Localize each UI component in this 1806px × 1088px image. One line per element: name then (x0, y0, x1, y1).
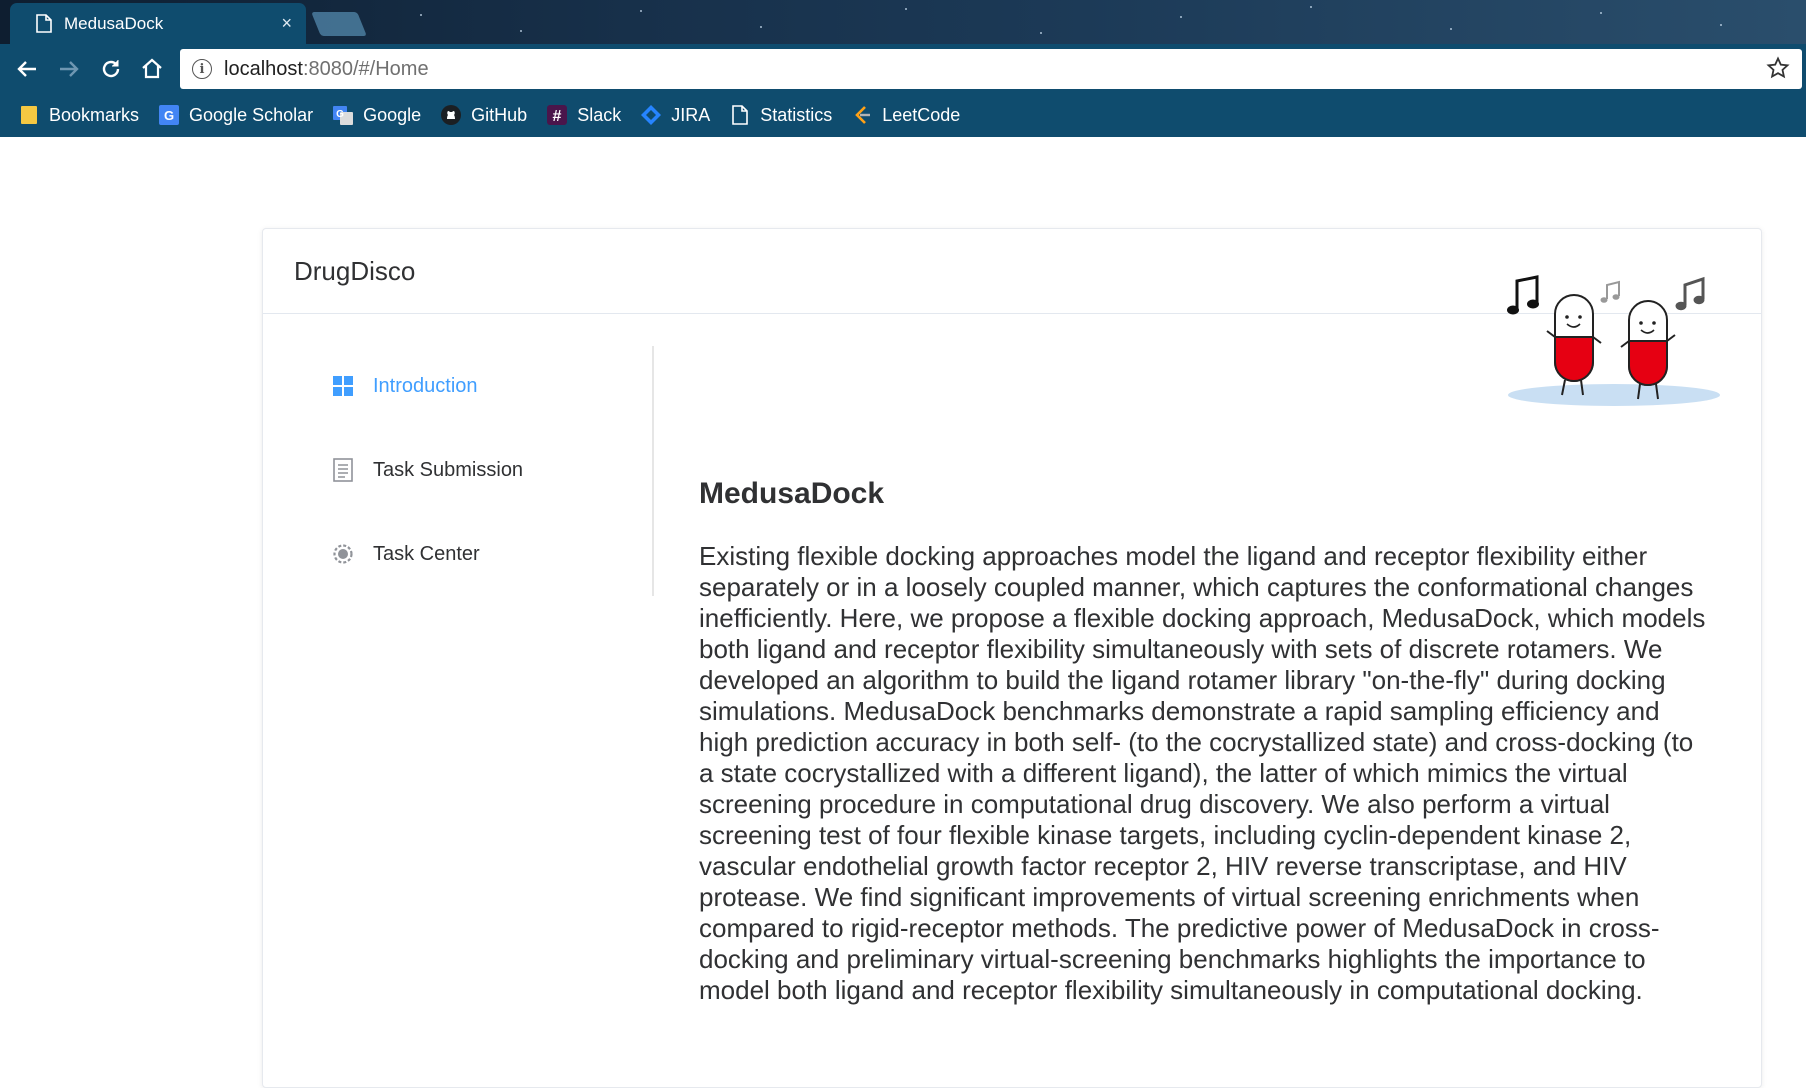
address-bar[interactable]: i localhost:8080/#/Home (180, 49, 1802, 89)
github-icon (440, 104, 462, 126)
main-content: MedusaDock Existing flexible docking app… (699, 477, 1709, 1006)
pill-mascot-illustration (1507, 275, 1720, 406)
left-pill (1546, 294, 1602, 396)
background-star (1450, 28, 1452, 30)
background-star (1720, 24, 1722, 26)
browser-tabstrip: MedusaDock × (0, 0, 1806, 44)
bookmark-item[interactable]: # Slack (546, 104, 621, 126)
back-button[interactable] (12, 54, 42, 84)
bookmark-label: Slack (577, 104, 622, 125)
background-star (1040, 32, 1042, 34)
reload-icon (102, 60, 120, 78)
svg-text:G: G (336, 109, 344, 120)
google-translate-icon: G (332, 104, 354, 126)
svg-text:G: G (164, 108, 174, 123)
bookmark-item[interactable]: G Google (332, 104, 421, 126)
leetcode-icon (851, 104, 873, 126)
bookmark-item[interactable]: Bookmarks (18, 104, 139, 126)
home-icon (142, 58, 162, 79)
url-path: :8080/#/Home (302, 57, 429, 80)
background-star (905, 8, 907, 10)
music-note-icon (1507, 275, 1539, 315)
bookmark-item[interactable]: G Google Scholar (158, 104, 313, 126)
sidebar-menu: Introduction Task Submission Task Center (263, 346, 654, 596)
music-note-icon (1600, 280, 1620, 303)
background-star (1600, 12, 1602, 14)
bookmarks-bar: Bookmarks G Google Scholar G Google GitH… (0, 93, 1806, 137)
bookmark-label: Bookmarks (49, 104, 140, 125)
background-star (1180, 16, 1182, 18)
browser-toolbar: i localhost:8080/#/Home (0, 44, 1806, 93)
jira-icon (640, 104, 662, 126)
new-tab-button[interactable] (311, 12, 367, 36)
gear-icon (331, 542, 355, 566)
url-host: localhost (224, 57, 303, 80)
arrow-right-icon (60, 61, 79, 77)
menu-item-label: Task Submission (373, 458, 524, 481)
brand-title: DrugDisco (294, 256, 416, 286)
bookmark-item[interactable]: LeetCode (851, 104, 960, 126)
background-star (760, 26, 762, 28)
bookmark-item[interactable]: Statistics (729, 104, 832, 126)
page-title: MedusaDock (699, 477, 885, 510)
arrow-left-icon (17, 61, 36, 77)
bookmark-item[interactable]: GitHub (440, 104, 527, 126)
forward-button[interactable] (54, 54, 84, 84)
menu-item-task-submission[interactable]: Task Submission (331, 450, 523, 490)
bookmark-label: JIRA (671, 104, 711, 125)
document-list-icon (331, 458, 355, 482)
grid-icon (331, 374, 355, 398)
browser-tab[interactable]: MedusaDock × (10, 3, 306, 44)
bookmark-star-icon[interactable] (1766, 56, 1790, 86)
menu-item-introduction[interactable]: Introduction (331, 366, 478, 406)
bookmark-label: Google (363, 104, 422, 125)
bookmark-label: GitHub (471, 104, 528, 125)
menu-item-task-center[interactable]: Task Center (331, 534, 480, 574)
bookmark-label: Google Scholar (189, 104, 314, 125)
close-icon[interactable]: × (281, 13, 292, 34)
background-star (420, 14, 422, 16)
home-button[interactable] (137, 54, 167, 84)
svg-text:#: # (553, 108, 562, 125)
folder-icon (18, 104, 40, 126)
bookmark-item[interactable]: JIRA (640, 104, 710, 126)
bookmark-label: Statistics (760, 104, 833, 125)
slack-icon: # (546, 104, 568, 126)
info-icon[interactable]: i (192, 59, 212, 79)
menu-item-label: Task Center (373, 542, 480, 565)
app-card: DrugDisco Introduction Task Submission T… (262, 228, 1762, 1088)
background-star (520, 30, 522, 32)
page-icon (729, 104, 751, 126)
page-icon (36, 14, 52, 33)
menu-item-label: Introduction (373, 374, 478, 397)
bookmark-label: LeetCode (882, 104, 961, 125)
abstract-paragraph: Existing flexible docking approaches mod… (699, 541, 1706, 1005)
tab-title: MedusaDock (64, 13, 164, 33)
background-star (1310, 6, 1312, 8)
reload-button[interactable] (96, 54, 126, 84)
background-star (640, 10, 642, 12)
google-scholar-icon: G (158, 104, 180, 126)
music-note-icon (1675, 276, 1705, 311)
